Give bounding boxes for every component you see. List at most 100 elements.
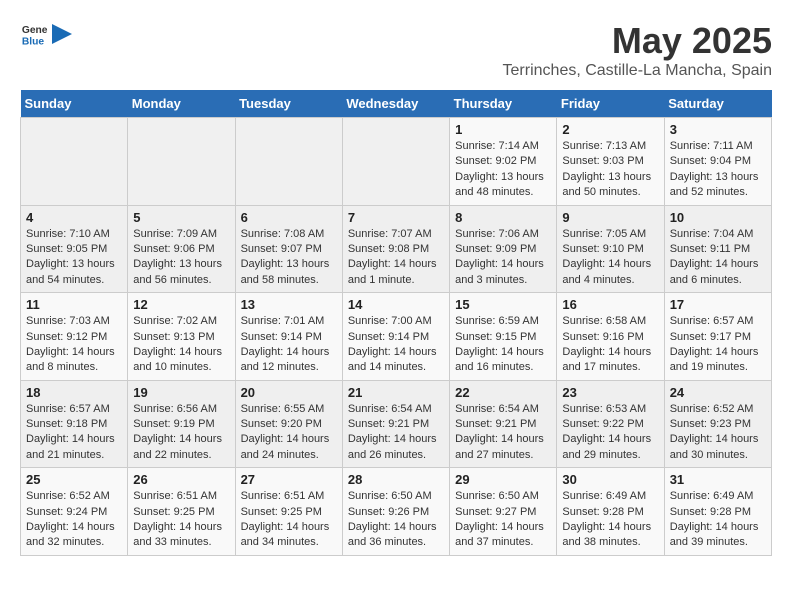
cell-info: Sunrise: 7:14 AMSunset: 9:02 PMDaylight:… [455,139,551,201]
day-number: 12 [133,297,229,312]
cell-info: Sunrise: 7:03 AMSunset: 9:12 PMDaylight:… [26,314,122,376]
cell-info: Sunrise: 6:51 AMSunset: 9:25 PMDaylight:… [241,489,337,551]
calendar-cell: 17Sunrise: 6:57 AMSunset: 9:17 PMDayligh… [664,293,771,381]
calendar-cell: 22 Sunrise: 6:54 AMSunset: 9:21 PMDayligh… [450,380,557,468]
calendar-cell: 13Sunrise: 7:01 AMSunset: 9:14 PMDayligh… [235,293,342,381]
location-title: Terrinches, Castille-La Mancha, Spain [503,62,772,80]
logo-icon: General Blue [20,20,48,48]
calendar-cell [342,118,449,206]
month-title: May 2025 [503,20,772,62]
day-number: 22 [455,385,551,400]
cell-info: Sunrise: 7:02 AMSunset: 9:13 PMDaylight:… [133,314,229,376]
calendar-cell: 11 Sunrise: 7:03 AMSunset: 9:12 PMDayligh… [21,293,128,381]
calendar-cell: 20 Sunrise: 6:55 AMSunset: 9:20 PMDayligh… [235,380,342,468]
day-number: 28 [348,472,444,487]
calendar-cell: 25Sunrise: 6:52 AMSunset: 9:24 PMDayligh… [21,468,128,556]
day-number: 19 [133,385,229,400]
day-number: 6 [241,210,337,225]
cell-info: Sunrise: 6:49 AMSunset: 9:28 PMDaylight:… [670,489,766,551]
calendar-cell: 19 Sunrise: 6:56 AMSunset: 9:19 PMDayligh… [128,380,235,468]
day-number: 20 [241,385,337,400]
day-number: 5 [133,210,229,225]
day-number: 8 [455,210,551,225]
header-wednesday: Wednesday [342,90,449,118]
calendar-cell: 2 Sunrise: 7:13 AMSunset: 9:03 PMDaylight… [557,118,664,206]
calendar-cell: 14 Sunrise: 7:00 AMSunset: 9:14 PMDayligh… [342,293,449,381]
svg-text:Blue: Blue [22,36,45,47]
cell-info: Sunrise: 6:54 AMSunset: 9:21 PMDaylight:… [455,402,551,464]
day-number: 4 [26,210,122,225]
calendar-cell: 23Sunrise: 6:53 AMSunset: 9:22 PMDayligh… [557,380,664,468]
day-number: 3 [670,122,766,137]
calendar-cell: 24Sunrise: 6:52 AMSunset: 9:23 PMDayligh… [664,380,771,468]
day-number: 18 [26,385,122,400]
title-area: May 2025 Terrinches, Castille-La Mancha,… [503,20,772,80]
calendar-header-row: SundayMondayTuesdayWednesdayThursdayFrid… [21,90,772,118]
calendar-cell: 9 Sunrise: 7:05 AMSunset: 9:10 PMDaylight… [557,205,664,293]
day-number: 9 [562,210,658,225]
cell-info: Sunrise: 6:59 AMSunset: 9:15 PMDaylight:… [455,314,551,376]
cell-info: Sunrise: 6:52 AMSunset: 9:24 PMDaylight:… [26,489,122,551]
logo: General Blue [20,20,72,48]
header-sunday: Sunday [21,90,128,118]
cell-info: Sunrise: 7:06 AMSunset: 9:09 PMDaylight:… [455,227,551,289]
calendar-body: 1 Sunrise: 7:14 AMSunset: 9:02 PMDaylight… [21,118,772,556]
cell-info: Sunrise: 7:08 AMSunset: 9:07 PMDaylight:… [241,227,337,289]
calendar-cell: 16Sunrise: 6:58 AMSunset: 9:16 PMDayligh… [557,293,664,381]
cell-info: Sunrise: 7:13 AMSunset: 9:03 PMDaylight:… [562,139,658,201]
day-number: 1 [455,122,551,137]
calendar-cell: 7 Sunrise: 7:07 AMSunset: 9:08 PMDaylight… [342,205,449,293]
calendar-cell: 10Sunrise: 7:04 AMSunset: 9:11 PMDayligh… [664,205,771,293]
header-friday: Friday [557,90,664,118]
calendar-cell: 4 Sunrise: 7:10 AMSunset: 9:05 PMDaylight… [21,205,128,293]
calendar-cell: 26Sunrise: 6:51 AMSunset: 9:25 PMDayligh… [128,468,235,556]
cell-info: Sunrise: 6:57 AMSunset: 9:17 PMDaylight:… [670,314,766,376]
day-number: 30 [562,472,658,487]
cell-info: Sunrise: 7:07 AMSunset: 9:08 PMDaylight:… [348,227,444,289]
calendar-table: SundayMondayTuesdayWednesdayThursdayFrid… [20,90,772,556]
calendar-cell: 6 Sunrise: 7:08 AMSunset: 9:07 PMDaylight… [235,205,342,293]
cell-info: Sunrise: 7:10 AMSunset: 9:05 PMDaylight:… [26,227,122,289]
day-number: 2 [562,122,658,137]
cell-info: Sunrise: 6:50 AMSunset: 9:26 PMDaylight:… [348,489,444,551]
calendar-cell [21,118,128,206]
calendar-cell: 21 Sunrise: 6:54 AMSunset: 9:21 PMDayligh… [342,380,449,468]
calendar-week-row: 1 Sunrise: 7:14 AMSunset: 9:02 PMDaylight… [21,118,772,206]
calendar-week-row: 4 Sunrise: 7:10 AMSunset: 9:05 PMDaylight… [21,205,772,293]
day-number: 13 [241,297,337,312]
calendar-week-row: 25Sunrise: 6:52 AMSunset: 9:24 PMDayligh… [21,468,772,556]
cell-info: Sunrise: 6:50 AMSunset: 9:27 PMDaylight:… [455,489,551,551]
day-number: 7 [348,210,444,225]
day-number: 16 [562,297,658,312]
calendar-cell: 12 Sunrise: 7:02 AMSunset: 9:13 PMDayligh… [128,293,235,381]
day-number: 11 [26,297,122,312]
day-number: 21 [348,385,444,400]
day-number: 23 [562,385,658,400]
calendar-cell: 18Sunrise: 6:57 AMSunset: 9:18 PMDayligh… [21,380,128,468]
calendar-cell: 27Sunrise: 6:51 AMSunset: 9:25 PMDayligh… [235,468,342,556]
day-number: 29 [455,472,551,487]
cell-info: Sunrise: 6:54 AMSunset: 9:21 PMDaylight:… [348,402,444,464]
header-thursday: Thursday [450,90,557,118]
day-number: 31 [670,472,766,487]
cell-info: Sunrise: 7:04 AMSunset: 9:11 PMDaylight:… [670,227,766,289]
calendar-cell: 1 Sunrise: 7:14 AMSunset: 9:02 PMDaylight… [450,118,557,206]
arrow-icon [52,24,72,44]
cell-info: Sunrise: 7:05 AMSunset: 9:10 PMDaylight:… [562,227,658,289]
cell-info: Sunrise: 6:55 AMSunset: 9:20 PMDaylight:… [241,402,337,464]
cell-info: Sunrise: 7:09 AMSunset: 9:06 PMDaylight:… [133,227,229,289]
calendar-cell: 15 Sunrise: 6:59 AMSunset: 9:15 PMDayligh… [450,293,557,381]
svg-text:General: General [22,25,48,36]
cell-info: Sunrise: 6:56 AMSunset: 9:19 PMDaylight:… [133,402,229,464]
cell-info: Sunrise: 7:11 AMSunset: 9:04 PMDaylight:… [670,139,766,201]
calendar-cell: 3 Sunrise: 7:11 AMSunset: 9:04 PMDaylight… [664,118,771,206]
day-number: 24 [670,385,766,400]
calendar-cell: 5 Sunrise: 7:09 AMSunset: 9:06 PMDaylight… [128,205,235,293]
calendar-cell: 8 Sunrise: 7:06 AMSunset: 9:09 PMDaylight… [450,205,557,293]
day-number: 15 [455,297,551,312]
cell-info: Sunrise: 7:00 AMSunset: 9:14 PMDaylight:… [348,314,444,376]
cell-info: Sunrise: 6:49 AMSunset: 9:28 PMDaylight:… [562,489,658,551]
day-number: 14 [348,297,444,312]
calendar-cell [235,118,342,206]
calendar-week-row: 18Sunrise: 6:57 AMSunset: 9:18 PMDayligh… [21,380,772,468]
